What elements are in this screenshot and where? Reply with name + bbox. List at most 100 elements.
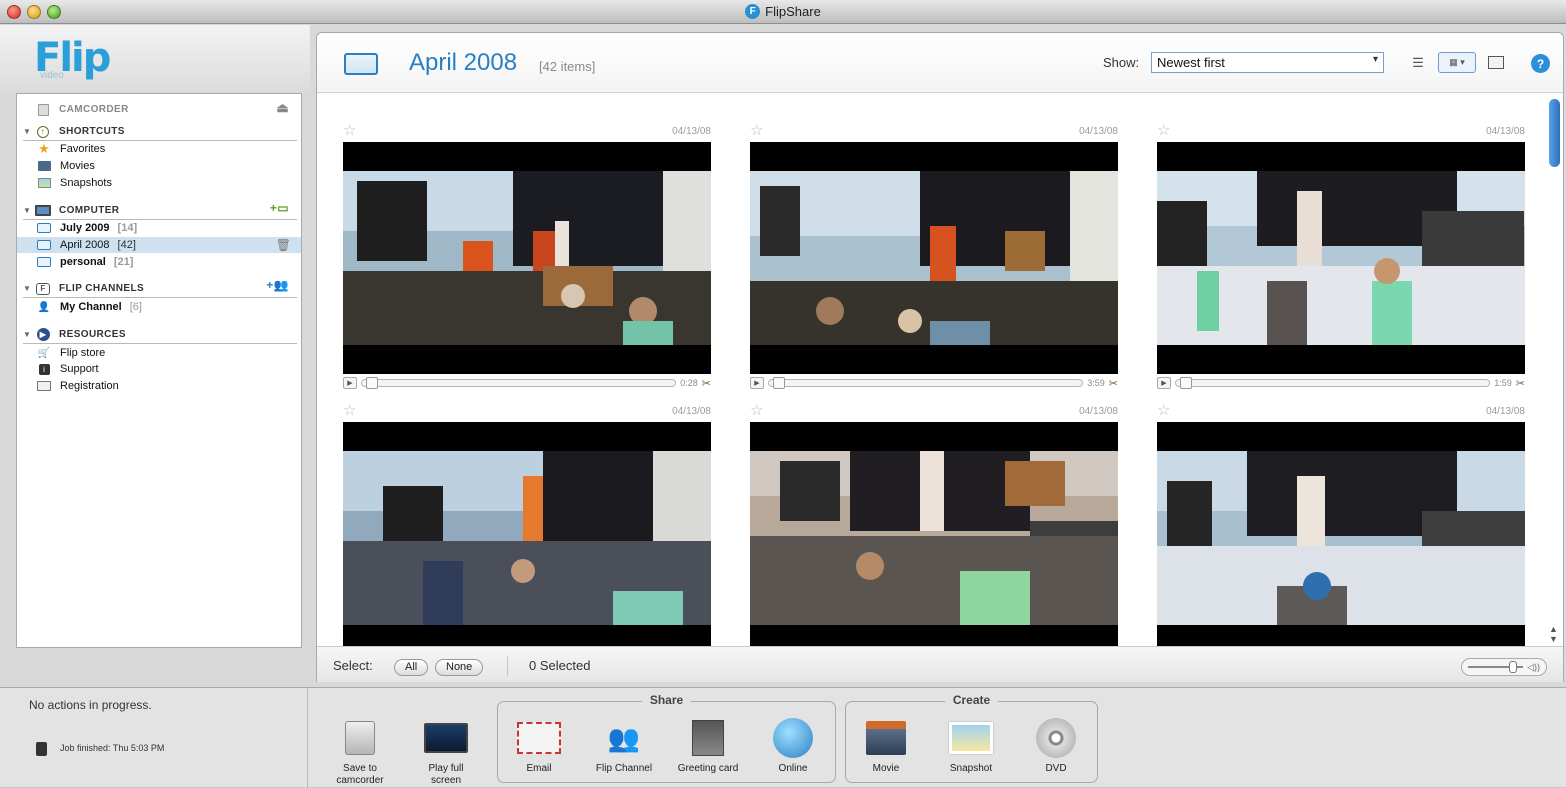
section-camcorder[interactable]: CAMCORDER ⏏ (23, 100, 297, 116)
list-view-icon[interactable]: ☰ (1407, 52, 1429, 73)
disclosure-triangle-icon[interactable]: ▼ (23, 127, 35, 136)
sidebar-item-personal[interactable]: personal [21] (37, 254, 297, 270)
video-frame[interactable] (750, 422, 1118, 646)
sidebar-item-count: [42] (117, 239, 136, 251)
eject-icon[interactable]: ⏏ (276, 100, 289, 116)
select-all-button[interactable]: All (394, 659, 429, 676)
person-icon: 👤 (37, 301, 51, 313)
favorite-star-icon[interactable]: ☆ (750, 401, 763, 419)
trim-icon[interactable]: ✂ (1109, 377, 1118, 390)
sidebar-item-my-channel[interactable]: 👤 My Channel [6] (37, 299, 297, 315)
play-full-screen-button[interactable]: Play full screen (413, 718, 479, 787)
sidebar-item-july-2009[interactable]: July 2009 [14] (37, 220, 297, 236)
section-resources[interactable]: ▼ ▶ RESOURCES (23, 328, 297, 344)
help-button[interactable]: ? (1531, 54, 1550, 73)
movie-button[interactable]: Movie (853, 718, 919, 775)
sidebar-item-label: Support (60, 363, 99, 375)
scrub-knob[interactable] (366, 377, 378, 389)
section-flip-channels[interactable]: ▼ F FLIP CHANNELS +👥 (23, 278, 297, 298)
sidebar-item-favorites[interactable]: ★ Favorites (37, 141, 297, 157)
video-duration: 1:59 (1494, 378, 1512, 388)
online-button[interactable]: Online (760, 718, 826, 775)
main-panel: April 2008 [42 items] Show: Newest first… (316, 32, 1564, 682)
sidebar-item-snapshots[interactable]: Snapshots (37, 175, 297, 191)
sidebar-item-flip-store[interactable]: 🛒 Flip store (37, 345, 297, 361)
video-tile[interactable]: ☆ 04/13/08 (750, 401, 1118, 646)
video-frame[interactable] (750, 142, 1118, 374)
snapshot-button[interactable]: Snapshot (938, 718, 1004, 775)
save-to-camcorder-button[interactable]: Save to camcorder (327, 718, 393, 787)
sidebar-item-movies[interactable]: Movies (37, 158, 297, 174)
video-tile[interactable]: ☆ 04/13/08 (1157, 401, 1525, 646)
disclosure-triangle-icon[interactable]: ▼ (23, 284, 35, 293)
video-date: 04/13/08 (1486, 126, 1525, 137)
select-none-button[interactable]: None (435, 659, 484, 676)
favorite-star-icon[interactable]: ☆ (1157, 121, 1170, 139)
create-group-label: Create (944, 693, 999, 707)
video-tile[interactable]: ☆ 04/13/08 (343, 401, 711, 646)
sidebar-item-label: Registration (60, 380, 119, 392)
disclosure-triangle-icon[interactable]: ▼ (23, 330, 35, 339)
greeting-card-button[interactable]: Greeting card (675, 718, 741, 775)
section-computer[interactable]: ▼ COMPUTER +▭ (23, 201, 297, 220)
single-view-icon[interactable] (1485, 52, 1507, 73)
scrub-bar[interactable] (1175, 377, 1491, 389)
sidebar: CAMCORDER ⏏ ▼ ↑ SHORTCUTS ★ Favorites Mo… (16, 93, 302, 648)
sidebar-item-registration[interactable]: Registration (37, 378, 297, 394)
video-frame[interactable] (1157, 142, 1525, 374)
play-icon[interactable]: ▶ (343, 377, 357, 389)
zoom-knob[interactable] (1509, 661, 1518, 673)
email-button[interactable]: Email (506, 718, 572, 775)
scrollbar-thumb[interactable] (1549, 99, 1560, 167)
favorite-star-icon[interactable]: ☆ (343, 121, 356, 139)
star-icon: ★ (38, 141, 50, 156)
zoom-track[interactable] (1468, 661, 1524, 673)
trash-icon[interactable]: 🗑 (276, 238, 291, 252)
dvd-button[interactable]: DVD (1023, 718, 1089, 775)
section-shortcuts[interactable]: ▼ ↑ SHORTCUTS (23, 125, 297, 141)
scrub-bar[interactable] (361, 377, 677, 389)
scroll-arrows-icon[interactable]: ▲ ▼ (1549, 624, 1558, 644)
sidebar-item-label: July 2009 (60, 222, 110, 234)
minimize-window-button[interactable] (27, 5, 41, 19)
grid-view-icon[interactable]: ▦ ▾ (1438, 52, 1476, 73)
flip-channel-button[interactable]: 👥 Flip Channel (591, 718, 657, 775)
trim-icon[interactable]: ✂ (1516, 377, 1525, 390)
add-channel-icon[interactable]: +👥 (266, 278, 289, 292)
play-icon[interactable]: ▶ (1157, 377, 1171, 389)
scrub-knob[interactable] (1180, 377, 1192, 389)
sort-order-value: Newest first (1157, 55, 1225, 70)
video-duration: 3:59 (1087, 378, 1105, 388)
close-window-button[interactable] (7, 5, 21, 19)
camcorder-icon (36, 742, 47, 756)
play-icon[interactable]: ▶ (750, 377, 764, 389)
vertical-scrollbar[interactable]: ▲ ▼ (1547, 95, 1561, 646)
photo-icon (949, 718, 993, 758)
video-tile[interactable]: ☆ 04/13/08 (750, 121, 1118, 401)
trim-icon[interactable]: ✂ (702, 377, 711, 390)
selected-count: 0 Selected (529, 658, 591, 673)
sidebar-item-april-2008[interactable]: April 2008 [42] 🗑 (17, 237, 301, 253)
zoom-window-button[interactable] (47, 5, 61, 19)
scrub-knob[interactable] (773, 377, 785, 389)
video-frame[interactable] (343, 422, 711, 646)
sidebar-item-support[interactable]: i Support (37, 361, 297, 377)
favorite-star-icon[interactable]: ☆ (1157, 401, 1170, 419)
zoom-slider[interactable]: ◁)) (1461, 658, 1547, 676)
favorite-star-icon[interactable]: ☆ (343, 401, 356, 419)
scrub-bar[interactable] (768, 377, 1084, 389)
video-frame[interactable] (1157, 422, 1525, 646)
job-status: Job finished: Thu 5:03 PM (60, 743, 165, 753)
video-tile[interactable]: ☆ 04/13/08 (343, 121, 711, 401)
shopping-cart-icon: 🛒 (37, 347, 51, 359)
video-thumbnail (1157, 451, 1525, 625)
video-tile[interactable]: ☆ 04/13/08 (1157, 121, 1525, 401)
favorite-star-icon[interactable]: ☆ (750, 121, 763, 139)
volume-icon: ◁)) (1527, 661, 1540, 672)
add-folder-icon[interactable]: +▭ (270, 201, 289, 215)
disclosure-triangle-icon[interactable]: ▼ (23, 206, 35, 215)
flip-channels-icon: F (35, 282, 51, 295)
video-frame[interactable] (343, 142, 711, 374)
sidebar-item-label: April 2008 (60, 239, 110, 251)
sort-order-select[interactable]: Newest first ▾ (1151, 52, 1384, 73)
